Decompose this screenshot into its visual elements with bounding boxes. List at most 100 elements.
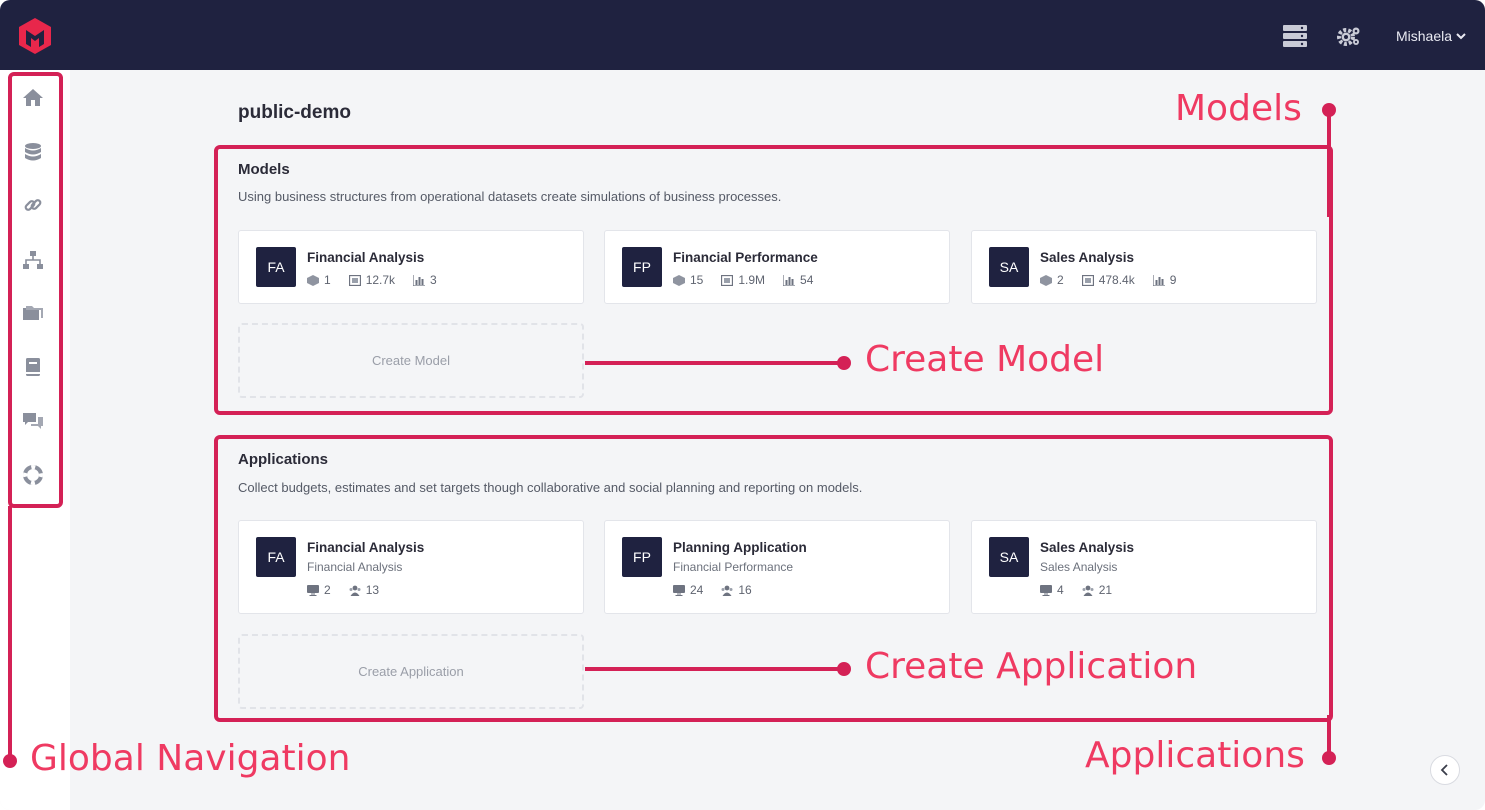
model-avatar: FA [256,247,296,287]
model-measure-count: 3 [430,273,437,287]
model-stats: 1 12.7k 3 [307,273,437,287]
bar-chart-icon [1152,274,1165,286]
application-model-name: Sales Analysis [1040,560,1118,574]
create-model-connector [585,361,843,365]
application-name: Financial Analysis [307,540,425,555]
global-navigation [0,70,70,810]
application-avatar: SA [989,537,1029,577]
application-stats: 2 13 [307,583,379,597]
records-icon [348,274,361,286]
cube-icon [673,274,685,286]
application-user-count: 21 [1098,583,1113,597]
user-name: Mishaela [1396,28,1453,44]
book-icon [26,358,40,376]
sidebar-item-docs[interactable] [21,356,45,378]
models-connector [1327,112,1331,217]
model-stats: 2 478.4k 9 [1040,273,1176,287]
model-cube-count: 1 [324,273,331,287]
applications-marker [1322,751,1336,765]
models-annotation: Models [1175,88,1302,129]
application-user-count: 13 [365,583,380,597]
chevron-down-icon [1456,33,1466,40]
application-user-count: 16 [738,583,752,597]
model-measure-count: 9 [1169,273,1177,287]
models-section-description: Using business structures from operation… [238,189,782,204]
create-model-button[interactable]: Create Model [238,323,584,398]
monitor-icon [1040,584,1052,596]
application-screen-count: 2 [324,583,331,597]
sidebar-item-data[interactable] [21,141,45,163]
app-window: Mishaela public-demo Models Using busine… [0,0,1485,810]
model-avatar: FP [622,247,662,287]
model-measure-count: 54 [800,273,814,287]
model-name: Sales Analysis [1040,250,1135,265]
user-menu[interactable]: Mishaela [1396,26,1466,46]
application-model-name: Financial Performance [673,560,794,574]
monitor-icon [307,584,319,596]
create-application-connector [585,667,843,671]
sidebar-item-chat[interactable] [21,410,45,432]
model-cube-count: 2 [1057,273,1064,287]
application-name: Sales Analysis [1040,540,1135,555]
page-title: public-demo [238,102,351,123]
global-navigation-annotation: Global Navigation [30,738,351,779]
users-icon [721,585,733,596]
model-avatar: SA [989,247,1029,287]
model-name: Financial Performance [673,250,818,265]
sidebar-item-home[interactable] [21,86,45,108]
home-icon [23,89,43,106]
applications-section-title: Applications [238,451,329,468]
database-icon [25,143,41,161]
model-card-financial-performance[interactable]: FP Financial Performance 15 1.9M 54 [604,230,950,304]
cube-icon [307,274,319,286]
monitor-icon [673,584,685,596]
model-record-count: 1.9M [738,273,766,287]
create-application-button[interactable]: Create Application [238,634,584,709]
hierarchy-icon [23,251,43,269]
collapse-panel-button[interactable] [1430,755,1460,785]
link-icon [24,199,42,211]
sidebar-item-support[interactable] [21,464,45,486]
application-stats: 4 21 [1040,583,1112,597]
model-record-count: 478.4k [1098,273,1135,287]
bar-chart-icon [783,274,796,286]
chevron-left-icon [1440,764,1448,776]
bar-chart-icon [413,274,426,286]
model-cube-count: 15 [690,273,704,287]
application-screen-count: 24 [690,583,704,597]
settings-gears-icon[interactable] [1336,24,1362,48]
application-avatar: FA [256,537,296,577]
records-icon [1081,274,1094,286]
model-name: Financial Analysis [307,250,425,265]
create-application-marker [837,662,851,676]
application-name: Planning Application [673,540,807,555]
lifebuoy-icon [23,465,43,485]
application-stats: 24 16 [673,583,752,597]
applications-section-description: Collect budgets, estimates and set targe… [238,480,863,495]
application-avatar: FP [622,537,662,577]
sidebar-item-structures[interactable] [21,249,45,271]
application-screen-count: 4 [1057,583,1064,597]
records-icon [721,274,734,286]
model-card-sales-analysis[interactable]: SA Sales Analysis 2 478.4k 9 [971,230,1317,304]
application-card-financial-analysis[interactable]: FA Financial Analysis Financial Analysis… [238,520,584,614]
brand-logo-icon[interactable] [16,16,54,54]
model-record-count: 12.7k [365,273,396,287]
chat-icon [23,413,43,429]
cube-icon [1040,274,1052,286]
create-application-annotation: Create Application [865,646,1198,687]
models-section-title: Models [238,161,290,178]
folder-icon [23,306,43,320]
model-card-financial-analysis[interactable]: FA Financial Analysis 1 12.7k 3 [238,230,584,304]
model-stats: 15 1.9M 54 [673,273,813,287]
sidebar-item-files[interactable] [21,302,45,324]
create-model-marker [837,356,851,370]
models-marker [1322,103,1336,117]
applications-connector [1327,715,1331,757]
application-model-name: Financial Analysis [307,560,403,574]
application-card-sales-analysis[interactable]: SA Sales Analysis Sales Analysis 4 21 [971,520,1317,614]
top-bar: Mishaela [0,0,1485,70]
server-icon[interactable] [1282,24,1308,48]
application-card-planning-application[interactable]: FP Planning Application Financial Perfor… [604,520,950,614]
sidebar-item-links[interactable] [21,194,45,216]
